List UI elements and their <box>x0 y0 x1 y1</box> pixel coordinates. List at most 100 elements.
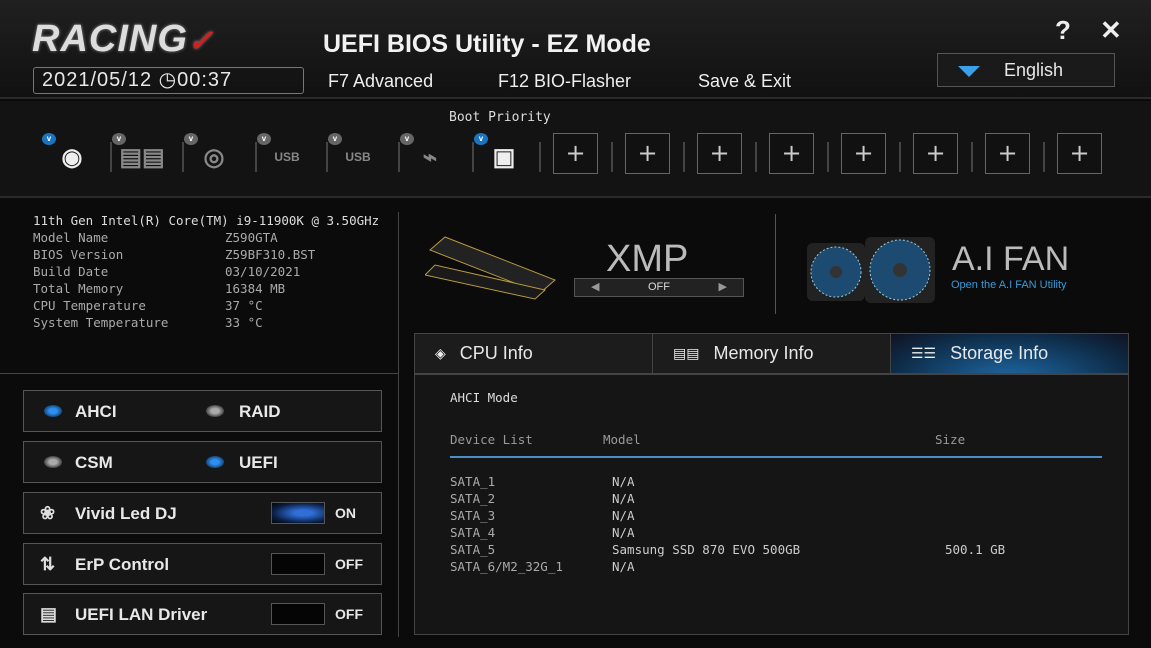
check-icon: v <box>184 133 198 145</box>
device-model: N/A <box>612 559 635 574</box>
add-boot-slot-button[interactable]: + <box>913 133 958 174</box>
add-boot-slot-button[interactable]: + <box>769 133 814 174</box>
info-value: 33 °C <box>225 315 263 330</box>
info-key: Model Name <box>33 230 109 245</box>
clock-icon: ◷ <box>158 69 178 91</box>
info-key: Build Date <box>33 264 109 279</box>
device-port: SATA_2 <box>450 491 496 506</box>
boot-mode-option: CSM UEFI <box>23 441 382 483</box>
storage-info-panel: AHCI Mode Device List Model Size SATA_1 N… <box>414 374 1129 635</box>
separator <box>472 142 474 172</box>
check-icon: v <box>42 133 56 145</box>
ai-fan-title[interactable]: A.I FAN <box>952 240 1069 279</box>
uefi-lan-driver-toggle[interactable] <box>271 603 325 625</box>
vivid-led-dj-toggle[interactable] <box>271 502 325 524</box>
fan-image[interactable] <box>805 235 937 305</box>
separator <box>398 142 400 172</box>
divider <box>775 214 776 314</box>
erp-control-toggle[interactable] <box>271 553 325 575</box>
xmp-selector[interactable]: ◀ OFF ▶ <box>574 278 744 297</box>
table-row: SATA_6/M2_32G_1 N/A <box>450 559 1090 576</box>
arrow-right-icon[interactable]: ▶ <box>719 279 727 296</box>
lan-icon: ▤ <box>40 604 58 624</box>
boot-device-4[interactable]: v USB <box>328 133 380 176</box>
tab-cpu-info[interactable]: ◈ CPU Info <box>415 334 653 373</box>
uefi-radio[interactable] <box>206 456 224 468</box>
boot-device-0[interactable]: v ◉ <box>42 133 94 176</box>
table-row: SATA_1 N/A <box>450 474 1090 491</box>
device-port: SATA_4 <box>450 525 496 540</box>
toggle-state: ON <box>335 505 356 521</box>
column-header-device: Device List <box>450 432 533 447</box>
device-port: SATA_1 <box>450 474 496 489</box>
boot-device-2[interactable]: v ◎ <box>184 133 236 176</box>
csm-label[interactable]: CSM <box>75 453 113 473</box>
arrow-left-icon[interactable]: ◀ <box>591 279 599 296</box>
info-row: System Temperature 33 °C <box>33 314 383 331</box>
separator <box>611 142 613 172</box>
device-port: SATA_5 <box>450 542 496 557</box>
memory-module-image <box>425 236 556 300</box>
storage-icon: ☰☰ <box>911 345 937 361</box>
hdd-icon: ◉ <box>61 143 83 171</box>
tab-label: Memory Info <box>713 343 814 363</box>
ai-fan-link[interactable]: Open the A.I FAN Utility <box>951 279 1067 291</box>
separator <box>326 142 328 172</box>
erp-icon: ⇅ <box>40 554 56 574</box>
info-row: CPU Temperature 37 °C <box>33 297 383 314</box>
toggle-state: OFF <box>335 606 363 622</box>
datetime-display[interactable]: 2021/05/12 ◷00:37 <box>33 67 304 94</box>
save-exit-button[interactable]: Save & Exit <box>698 71 791 92</box>
boot-device-3[interactable]: v USB <box>257 133 309 176</box>
add-boot-slot-button[interactable]: + <box>1057 133 1102 174</box>
boot-device-1[interactable]: v ▤▤ <box>112 133 165 176</box>
tab-storage-info[interactable]: ☰☰ Storage Info <box>891 334 1128 373</box>
system-info: 11th Gen Intel(R) Core(TM) i9-11900K @ 3… <box>33 212 383 331</box>
close-icon[interactable]: ✕ <box>1100 15 1122 46</box>
boot-device-5[interactable]: v ⌁ <box>400 133 452 176</box>
add-boot-slot-button[interactable]: + <box>625 133 670 174</box>
add-boot-slot-button[interactable]: + <box>841 133 886 174</box>
separator <box>539 142 541 172</box>
table-row: SATA_4 N/A <box>450 525 1090 542</box>
led-icon: ❀ <box>40 503 56 523</box>
f12-bio-flasher-button[interactable]: F12 BIO-Flasher <box>498 71 631 92</box>
tab-memory-info[interactable]: ▤▤ Memory Info <box>653 334 891 373</box>
logo-text: RACING <box>32 18 188 60</box>
column-header-model: Model <box>603 432 641 447</box>
header-divider <box>450 456 1102 458</box>
raid-radio[interactable] <box>206 405 224 417</box>
ahci-label[interactable]: AHCI <box>75 402 117 422</box>
add-boot-slot-button[interactable]: + <box>553 133 598 174</box>
uefi-label[interactable]: UEFI <box>239 453 278 473</box>
erp-control-option: ⇅ ErP Control OFF <box>23 543 382 585</box>
chevron-down-icon <box>958 66 980 77</box>
divider <box>398 212 399 637</box>
device-port: SATA_6/M2_32G_1 <box>450 559 563 574</box>
info-key: System Temperature <box>33 315 169 330</box>
info-value: Z590GTA <box>225 230 278 245</box>
vivid-led-dj-option: ❀ Vivid Led DJ ON <box>23 492 382 534</box>
language-value: English <box>1004 60 1064 80</box>
separator <box>971 142 973 172</box>
info-key: BIOS Version <box>33 247 124 262</box>
language-select[interactable]: English <box>937 53 1115 87</box>
ahci-radio[interactable] <box>44 405 62 417</box>
add-boot-slot-button[interactable]: + <box>697 133 742 174</box>
lan-icon: ▣ <box>492 143 516 171</box>
f7-advanced-button[interactable]: F7 Advanced <box>328 71 433 92</box>
help-icon[interactable]: ? <box>1055 15 1071 46</box>
column-header-size: Size <box>935 432 966 447</box>
page-title: UEFI BIOS Utility - EZ Mode <box>323 30 651 58</box>
csm-radio[interactable] <box>44 456 62 468</box>
raid-label[interactable]: RAID <box>239 402 281 422</box>
info-tabs: ◈ CPU Info ▤▤ Memory Info ☰☰ Storage Info <box>414 333 1129 374</box>
boot-device-6[interactable]: v ▣ <box>474 133 526 176</box>
info-row: Total Memory 16384 MB <box>33 280 383 297</box>
add-boot-slot-button[interactable]: + <box>985 133 1030 174</box>
check-icon: v <box>328 133 342 145</box>
device-model: N/A <box>612 525 635 540</box>
option-label: ErP Control <box>75 555 170 574</box>
usb-stick-icon: ⌁ <box>422 143 438 171</box>
storage-mode: AHCI Mode <box>450 390 518 405</box>
